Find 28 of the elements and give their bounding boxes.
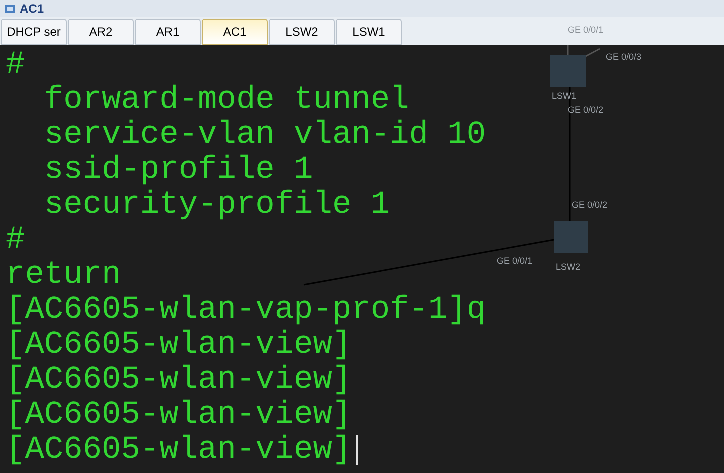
text-cursor [356,434,358,464]
window-title: AC1 [20,0,44,18]
port-label: GE 0/0/1 [497,255,533,268]
tab[interactable]: AR1 [135,19,201,45]
terminal-line: ssid-profile 1 [43,152,314,187]
port-label: GE 0/0/1 [568,24,604,37]
terminal-line: [AC6605-wlan-view] [6,327,352,362]
terminal-line: [AC6605-wlan-view] [6,432,352,467]
terminal-line: security-profile 1 [43,187,390,222]
tab[interactable]: AC1 [202,19,268,45]
tab[interactable]: LSW2 [269,19,335,45]
port-label: GE 0/0/3 [606,51,642,64]
device-label: LSW1 [552,90,577,103]
terminal-line: # [6,222,26,257]
device-label: LSW2 [556,261,581,274]
terminal-line: [AC6605-wlan-view] [6,397,352,432]
tab[interactable]: DHCP ser [1,19,67,45]
port-label: GE 0/0/2 [568,104,604,117]
terminal-line: return [6,257,122,292]
terminal-line: forward-mode tunnel [43,82,410,117]
app-icon [4,2,16,14]
tab[interactable]: AR2 [68,19,134,45]
port-label: GE 0/0/2 [572,199,608,212]
terminal-line: [AC6605-wlan-vap-prof-1]q [6,292,486,327]
tab[interactable]: LSW1 [336,19,402,45]
terminal-line: service-vlan vlan-id 10 [43,117,486,152]
terminal-line: [AC6605-wlan-view] [6,362,352,397]
terminal-line: # [6,47,26,82]
